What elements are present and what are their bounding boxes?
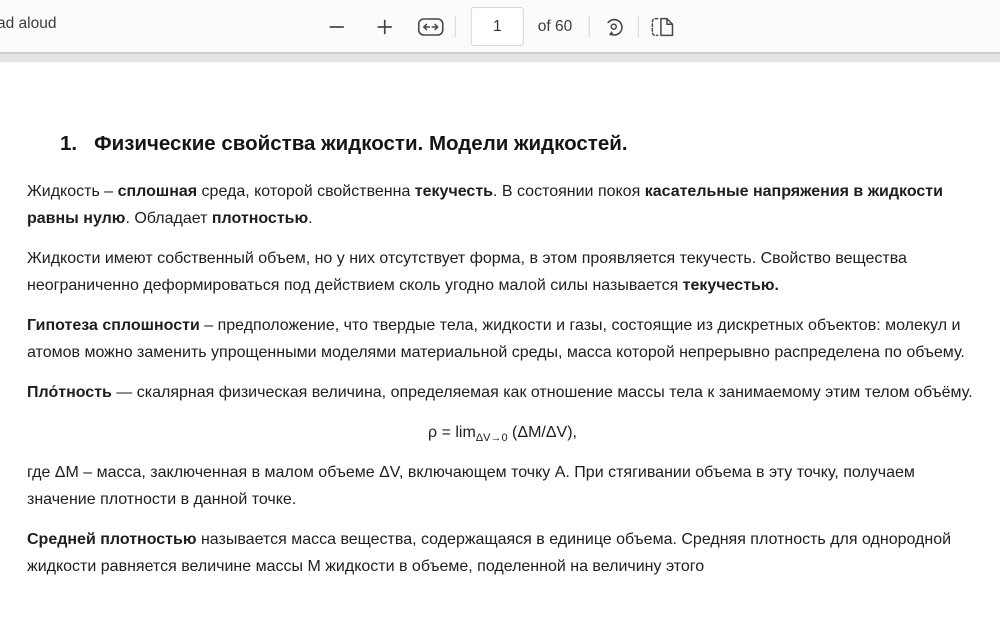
viewer-background <box>0 53 1000 62</box>
rotate-button[interactable] <box>599 7 629 47</box>
paragraph-formula-explanation: где ΔM – масса, заключенная в малом объе… <box>27 459 978 513</box>
page-view-button[interactable] <box>648 7 678 47</box>
read-aloud-button[interactable]: ad aloud <box>0 15 56 33</box>
pdf-toolbar: ad aloud <box>0 0 1000 53</box>
pdf-viewer: ad aloud <box>0 0 1000 626</box>
fit-width-icon <box>418 17 444 37</box>
toolbar-divider <box>638 16 639 37</box>
page-view-icon <box>649 14 677 40</box>
page-number-input[interactable] <box>471 7 524 46</box>
toolbar-divider <box>455 16 456 37</box>
document-page: 1. Физические свойства жидкости. Модели … <box>0 62 1000 626</box>
zoom-out-button[interactable] <box>322 7 352 47</box>
toolbar-divider <box>589 16 590 37</box>
paragraph-fluidity: Жидкости имеют собственный объем, но у н… <box>27 245 978 299</box>
fit-to-width-button[interactable] <box>416 7 446 47</box>
title-text: Физические свойства жидкости. Модели жид… <box>94 131 627 157</box>
rotate-icon <box>601 14 627 40</box>
page-count-label: of 60 <box>538 18 572 36</box>
toolbar-controls: of 60 <box>322 0 678 53</box>
paragraph-density-definition: Пло́тность — скалярная физическая величи… <box>27 379 978 406</box>
document-title: 1. Физические свойства жидкости. Модели … <box>60 131 978 157</box>
document-paragraphs: Жидкость – сплошная среда, которой свойс… <box>27 178 978 580</box>
minus-icon <box>327 17 347 37</box>
paragraph-continuity-hypothesis: Гипотеза сплошности – предположение, что… <box>27 312 978 366</box>
title-number: 1. <box>60 131 77 157</box>
paragraph-liquid-definition: Жидкость – сплошная среда, которой свойс… <box>27 178 978 232</box>
formula-density-limit: ρ = limΔV→0 (ΔM/ΔV), <box>27 419 978 446</box>
paragraph-average-density: Средней плотностью называется масса веще… <box>27 526 978 580</box>
zoom-in-button[interactable] <box>370 7 400 47</box>
plus-icon <box>375 17 395 37</box>
